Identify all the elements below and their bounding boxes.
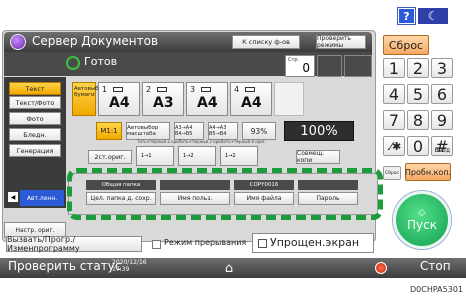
duplex-original-button[interactable]: 2ст.ориг. — [88, 150, 132, 164]
simple-screen-checkbox[interactable] — [258, 239, 267, 248]
tray-3-button[interactable]: 3 A4 — [186, 82, 228, 116]
tray-1-button[interactable]: 1 A4 — [98, 82, 140, 116]
enlarge-preset-button[interactable]: A4→A3 B5→B4 — [208, 122, 238, 140]
combine-copy-button[interactable]: Совмещ. копи — [296, 150, 340, 164]
time: 17:39 — [112, 266, 130, 273]
tray-number: 2 — [146, 85, 152, 94]
simple-screen-label: Упрощен.экран — [270, 236, 360, 249]
tray-icon — [157, 87, 167, 92]
highlight-outline — [67, 168, 383, 220]
ready-status: Готов — [84, 55, 118, 68]
ratio-1-1-button[interactable]: M1:1 — [96, 122, 122, 140]
duplex-label: 1→1 — [141, 153, 152, 159]
document-server-icon — [10, 34, 26, 50]
tray-icon — [113, 87, 123, 92]
energy-saver-icon[interactable]: ☾ — [418, 8, 448, 24]
tray-4-button[interactable]: 4 A4 — [230, 82, 272, 116]
start-icon: ◇ — [418, 208, 426, 218]
duplex-hint: Тоть+Черный 2 ориг. — [137, 139, 183, 144]
tray-size: A4 — [241, 95, 262, 111]
key-9[interactable]: 9 — [431, 110, 453, 130]
tray-number: 4 — [234, 85, 240, 94]
start-button[interactable]: ◇ Пуск — [393, 191, 451, 249]
key-1[interactable]: 1 — [383, 58, 405, 78]
duplex-hint: Тоть+Черный 8 ориг. — [221, 139, 267, 144]
figure-code: D0CHPA5301 — [410, 285, 463, 294]
tray-icon — [201, 87, 211, 92]
left-arrow-icon[interactable]: ◀ — [8, 192, 18, 202]
auto-reduce-enlarge-button[interactable]: Автовыбор масштаба — [126, 122, 170, 140]
key-2[interactable]: 2 — [407, 58, 429, 78]
reset-button[interactable]: Сброс — [383, 35, 429, 55]
key-enter[interactable]: # Ввод — [431, 136, 453, 156]
date-time: 2020/12/16 17:39 — [112, 259, 147, 273]
duplex-label: 1→2 — [183, 153, 194, 159]
reduce-preset-button[interactable]: A3→A4 B4→B5 — [174, 122, 204, 140]
blank-field-2 — [344, 55, 372, 77]
key-3[interactable]: 3 — [431, 58, 453, 78]
interrupt-checkbox[interactable] — [152, 240, 161, 249]
key-6[interactable]: 6 — [431, 84, 453, 104]
key-7[interactable]: 7 — [383, 110, 405, 130]
date: 2020/12/16 — [112, 259, 147, 266]
duplex-option-2[interactable]: Тоть+Черный 2 ориг. 1→2 — [178, 139, 224, 166]
duplex-option-1[interactable]: Тоть+Черный 2 ориг. 1→1 — [136, 139, 182, 166]
duplex-option-3[interactable]: Тоть+Черный 8 ориг. 1→2 — [220, 139, 266, 166]
key-4[interactable]: 4 — [383, 84, 405, 104]
page-count-value: 0 — [302, 61, 310, 75]
key-0[interactable]: 0 — [407, 136, 429, 156]
start-label: Пуск — [407, 218, 437, 232]
tray-size: A4 — [109, 95, 130, 111]
key-5[interactable]: 5 — [407, 84, 429, 104]
tab-generation[interactable]: Генерация — [9, 144, 61, 157]
sample-copy-button[interactable]: Пробн.коп. — [405, 163, 451, 181]
tab-text-photo[interactable]: Текст/Фото — [9, 96, 61, 109]
key-enter-sub: Ввод — [434, 147, 450, 154]
ready-icon — [66, 56, 80, 70]
tray-size: A4 — [197, 95, 218, 111]
top-bar — [0, 0, 466, 26]
tray-size: A3 — [153, 95, 174, 111]
auto-density-tab[interactable]: Авт.ленн. — [20, 190, 64, 206]
interrupt-label: Режим прерывания — [164, 238, 247, 247]
key-8[interactable]: 8 — [407, 110, 429, 130]
stop-icon[interactable] — [375, 262, 387, 274]
stop-button[interactable]: Стоп — [420, 259, 451, 273]
current-ratio-display[interactable]: 100% — [284, 121, 354, 141]
ratio-93-button[interactable]: 93% — [242, 122, 276, 140]
tray-icon — [245, 87, 255, 92]
tray-2-button[interactable]: 2 A3 — [142, 82, 184, 116]
screen: ? ☾ Сервер Документов К списку ф-ов Пров… — [0, 0, 466, 298]
check-modes-button[interactable]: Проверить режимы — [316, 35, 366, 49]
program-button[interactable]: Вызвать/Прогр./Изменпрограмму — [6, 235, 142, 253]
page-count-box: Стр. 0 — [285, 55, 315, 77]
duplex-hint: Тоть+Черный 2 ориг. — [179, 139, 225, 144]
tab-pale[interactable]: Бледн. — [9, 128, 61, 141]
to-file-list-button[interactable]: К списку ф-ов — [232, 35, 300, 49]
home-icon[interactable]: ⌂ — [218, 260, 240, 276]
tab-text[interactable]: Текст — [9, 82, 61, 95]
tray-number: 1 — [102, 85, 108, 94]
auto-paper-select-button[interactable]: Автовыбор бумаги — [72, 82, 105, 116]
bypass-tray-button[interactable] — [274, 82, 304, 116]
page-title: Сервер Документов — [32, 34, 159, 48]
check-status-button[interactable]: Проверить статус — [8, 259, 121, 273]
tray-number: 3 — [190, 85, 196, 94]
tab-photo[interactable]: Фото — [9, 112, 61, 125]
page-count-label: Стр. — [288, 57, 300, 63]
key-clear[interactable]: .⁄✱ — [383, 136, 405, 156]
duplex-label: 1→2 — [225, 153, 236, 159]
blank-field-1 — [317, 55, 342, 77]
clear-small-button[interactable]: Сброс — [383, 166, 401, 180]
help-button[interactable]: ? — [397, 7, 416, 25]
